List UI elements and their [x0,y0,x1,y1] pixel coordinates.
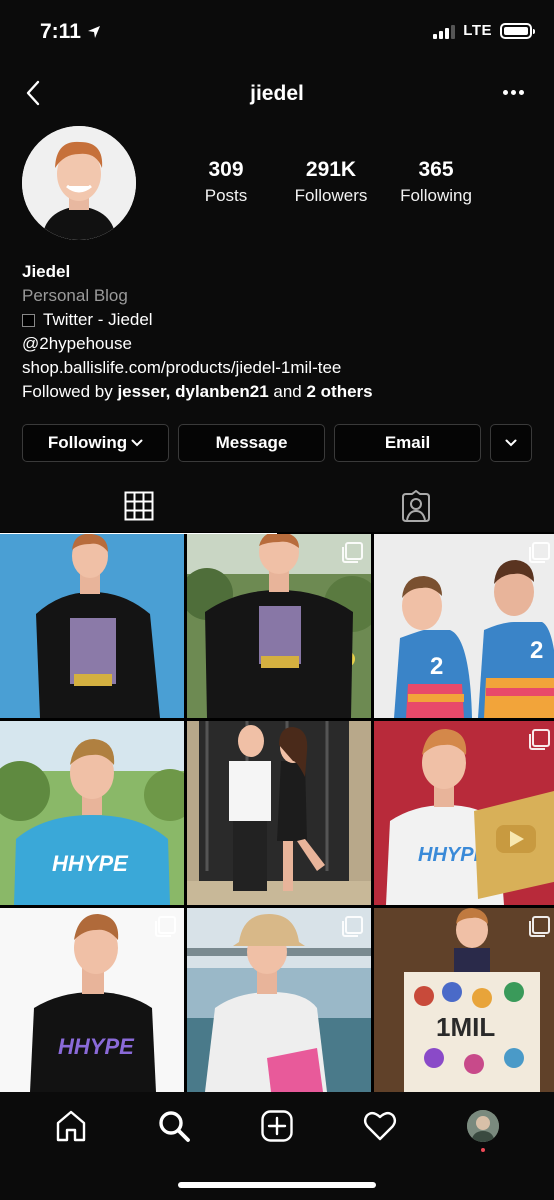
chevron-down-icon [505,439,517,447]
posts-count: 309 [208,158,244,181]
profile-avatar [466,1110,499,1142]
more-horizontal-icon [502,89,508,95]
profile-section: 309 Posts 291K Followers 365 Following J… [0,122,554,532]
post-thumbnail[interactable] [187,534,371,718]
post-thumbnail[interactable]: HHYPE [0,721,184,905]
post-image: 1MIL [374,908,554,1092]
svg-text:1MIL: 1MIL [436,1012,495,1042]
svg-text:2: 2 [530,637,543,664]
carousel-icon [529,916,550,937]
post-image: HHYPE [0,721,184,905]
nav-home[interactable] [46,1106,96,1146]
profile-avatar[interactable] [22,126,136,240]
profile-stats: 309 Posts 291K Followers 365 Following [176,158,486,206]
grid-icon [124,491,153,521]
svg-text:HHYPE: HHYPE [58,1034,135,1059]
following-stat[interactable]: 365 Following [386,158,486,206]
carousel-icon [529,729,550,750]
black-square-icon [22,313,35,327]
post-thumbnail[interactable] [187,721,371,905]
followers-count: 291K [305,158,357,181]
heart-icon [363,1111,396,1141]
email-button[interactable]: Email [334,424,481,462]
profile-actions: Following Message Email [22,424,532,462]
svg-text:2: 2 [430,653,443,680]
nav-create[interactable] [252,1106,302,1146]
posts-grid: 2 2 HHYPE HHYPE HHYPE 1MIL [0,534,554,1092]
followed-by-text[interactable]: Followed by jesser, dylanben21 and 2 oth… [22,380,542,404]
bio-twitter-line: Twitter - Jiedel [22,308,542,332]
tab-tagged[interactable] [277,478,554,534]
avatar-image [22,126,136,240]
nav-items [0,1106,554,1152]
post-thumbnail[interactable]: 1MIL [374,908,554,1092]
following-label: Following [400,186,472,205]
posts-stat[interactable]: 309 Posts [176,158,276,206]
bottom-navigation [0,1092,554,1200]
following-count: 365 [418,158,454,181]
message-button[interactable]: Message [178,424,325,462]
nav-search[interactable] [149,1106,199,1146]
post-image [0,534,184,718]
profile-name: Jiedel [22,262,71,281]
profile-bio: Jiedel Personal Blog Twitter - Jiedel @2… [22,260,542,404]
carousel-icon [155,916,176,937]
post-image: 2 2 [374,534,554,718]
post-thumbnail[interactable]: HHYPE [374,721,554,905]
posts-label: Posts [204,186,248,205]
notification-dot [480,1148,485,1152]
tagged-person-icon [401,490,430,522]
post-thumbnail[interactable] [0,534,184,718]
chevron-down-icon [131,439,143,447]
profile-header: jiedel [0,64,554,122]
nav-profile[interactable] [458,1106,508,1152]
add-post-icon [261,1110,293,1142]
suggested-accounts-button[interactable] [490,424,532,462]
mention-link[interactable]: @2hypehouse [22,332,542,356]
page-title: jiedel [250,82,304,105]
post-image: HHYPE [374,721,554,905]
following-button[interactable]: Following [22,424,169,462]
status-time: 7:11 [40,20,101,44]
profile-tabs [0,478,554,534]
post-thumbnail[interactable]: 2 2 [374,534,554,718]
svg-text:HHYPE: HHYPE [52,851,129,876]
status-bar: 7:11 LTE [0,0,554,64]
network-type: LTE [463,22,492,39]
more-options-button[interactable] [498,80,528,104]
followers-label: Followers [294,186,368,205]
followers-stat[interactable]: 291K Followers [281,158,381,206]
battery-icon [500,22,535,39]
tab-posts-grid[interactable] [0,478,277,534]
profile-category: Personal Blog [22,286,128,305]
location-arrow-icon [87,26,100,38]
signal-strength-icon [433,23,456,39]
carousel-icon [342,542,363,563]
post-thumbnail[interactable] [187,908,371,1092]
website-link[interactable]: shop.ballislife.com/products/jiedel-1mil… [22,356,542,380]
search-icon [159,1111,191,1142]
carousel-icon [529,542,550,563]
nav-activity[interactable] [355,1106,405,1146]
clock-text: 7:11 [40,20,81,43]
carousel-icon [342,916,363,937]
post-thumbnail[interactable]: HHYPE [0,908,184,1092]
status-indicators: LTE [433,22,535,39]
post-image [187,721,371,905]
home-icon [57,1110,86,1142]
home-indicator[interactable] [178,1182,376,1188]
twitter-text: Twitter - Jiedel [43,310,153,329]
